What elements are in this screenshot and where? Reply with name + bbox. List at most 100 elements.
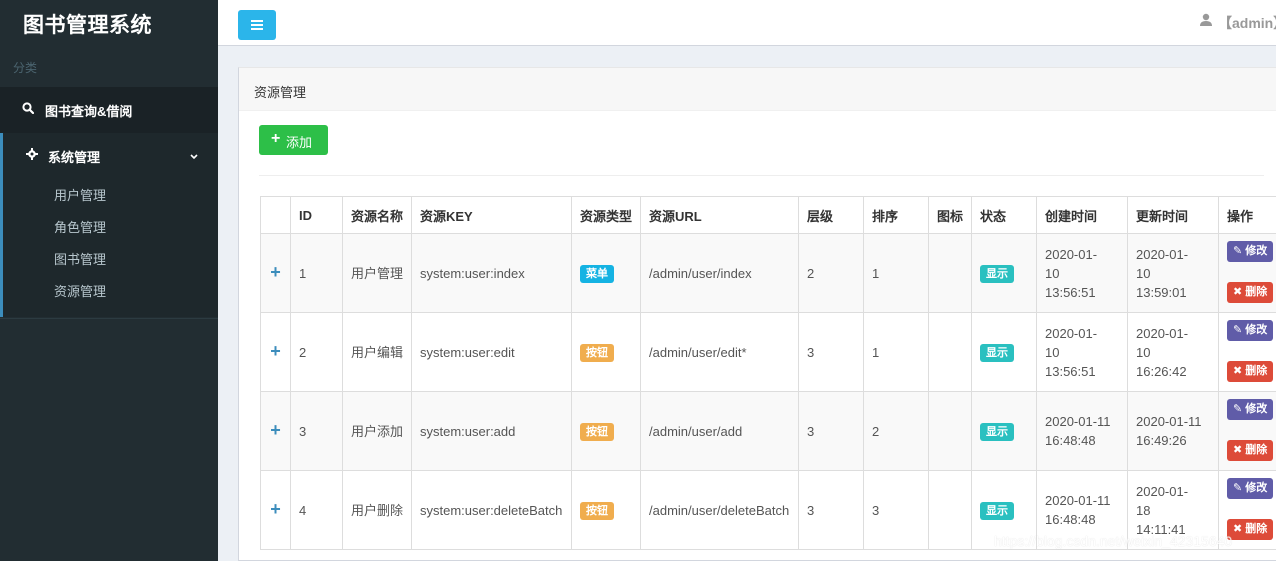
top-navbar: 【admin】 — [218, 0, 1276, 46]
column-header: ID — [290, 196, 343, 234]
type-badge: 按钮 — [580, 344, 614, 362]
created-time: 2020-01-10 13:56:51 — [1045, 246, 1098, 300]
edit-label: 修改 — [1245, 482, 1268, 494]
table-row: + 2 用户编辑 system:user:edit 按钮 /admin/user… — [260, 312, 1276, 392]
updated-time: 2020-01-10 13:59:01 — [1136, 246, 1189, 300]
expand-cell[interactable]: + — [260, 391, 291, 471]
cell-order: 3 — [863, 470, 929, 550]
cell-level: 3 — [798, 391, 864, 471]
add-button[interactable]: + 添加 — [259, 125, 328, 155]
edit-button[interactable]: ✎ 修改 — [1227, 399, 1274, 420]
status-badge: 显示 — [980, 344, 1014, 362]
cell-level: 3 — [798, 312, 864, 392]
brand[interactable]: 图书管理系统 — [0, 0, 218, 46]
edit-button[interactable]: ✎ 修改 — [1227, 241, 1274, 262]
close-icon: ✖ — [1233, 286, 1246, 298]
cell-created: 2020-01-10 13:56:51 — [1036, 233, 1128, 313]
edit-icon: ✎ — [1233, 245, 1246, 257]
chevron-down-icon — [189, 149, 199, 164]
cell-actions: ✎ 修改 ✖ 删除 — [1218, 391, 1276, 471]
cell-actions: ✎ 修改 ✖ 删除 — [1218, 233, 1276, 313]
sidebar-item-label: 图书查询&借阅 — [45, 104, 133, 119]
sidebar-subitem-books[interactable]: 图书管理 — [54, 249, 106, 268]
expand-cell[interactable]: + — [260, 233, 291, 313]
table-row: + 1 用户管理 system:user:index 菜单 /admin/use… — [260, 233, 1276, 313]
menu-icon-bar — [251, 24, 263, 26]
type-badge: 菜单 — [580, 265, 614, 283]
updated-time: 2020-01-18 14:11:41 — [1136, 483, 1189, 537]
cell-icon — [928, 312, 972, 392]
sidebar-subitem-resources[interactable]: 资源管理 — [54, 281, 106, 300]
expand-plus-icon[interactable]: + — [270, 263, 281, 282]
sidebar-toggle-button[interactable] — [238, 10, 276, 40]
cell-status: 显示 — [971, 312, 1037, 392]
cell-actions: ✎ 修改 ✖ 删除 — [1218, 312, 1276, 392]
delete-label: 删除 — [1245, 444, 1268, 456]
cell-name: 用户管理 — [342, 233, 412, 313]
delete-label: 删除 — [1245, 365, 1268, 377]
cell-id: 4 — [290, 470, 343, 550]
delete-button[interactable]: ✖ 删除 — [1227, 440, 1274, 461]
column-header — [260, 196, 291, 234]
box-title: 资源管理 — [254, 85, 307, 100]
delete-button[interactable]: ✖ 删除 — [1227, 519, 1274, 540]
column-header: 更新时间 — [1127, 196, 1219, 234]
created-time: 2020-01-10 13:56:51 — [1045, 325, 1098, 379]
sidebar-section-header: 分类 — [13, 61, 38, 75]
cell-level: 3 — [798, 470, 864, 550]
cell-id: 2 — [290, 312, 343, 392]
sidebar-subitem-roles[interactable]: 角色管理 — [54, 217, 106, 236]
user-menu[interactable]: 【admin】 — [1218, 13, 1276, 33]
resource-table: ID 资源名称 资源KEY 资源类型 资源URL 层级 排序 图标 状态 创建时… — [260, 196, 1276, 550]
cell-key: system:user:index — [411, 233, 572, 313]
cell-status: 显示 — [971, 233, 1037, 313]
cell-url: /admin/user/edit* — [640, 312, 799, 392]
cell-key: system:user:add — [411, 391, 572, 471]
edit-button[interactable]: ✎ 修改 — [1227, 320, 1274, 341]
user-icon — [1199, 13, 1213, 30]
cell-type: 按钮 — [571, 391, 641, 471]
updated-time: 2020-01-10 16:26:42 — [1136, 325, 1189, 379]
menu-icon-bar — [251, 20, 263, 22]
divider — [259, 175, 1264, 176]
delete-button[interactable]: ✖ 删除 — [1227, 282, 1274, 303]
cell-id: 1 — [290, 233, 343, 313]
app-title[interactable]: 图书管理系统 — [23, 9, 152, 39]
expand-plus-icon[interactable]: + — [270, 342, 281, 361]
plus-icon: + — [271, 130, 281, 147]
cell-key: system:user:deleteBatch — [411, 470, 572, 550]
cell-updated: 2020-01-11 16:49:26 — [1127, 391, 1219, 471]
cell-url: /admin/user/deleteBatch — [640, 470, 799, 550]
cell-order: 1 — [863, 312, 929, 392]
edit-icon: ✎ — [1233, 324, 1246, 336]
expand-plus-icon[interactable]: + — [270, 500, 281, 519]
cell-type: 菜单 — [571, 233, 641, 313]
cell-type: 按钮 — [571, 470, 641, 550]
expand-plus-icon[interactable]: + — [270, 421, 281, 440]
cell-name: 用户编辑 — [342, 312, 412, 392]
delete-label: 删除 — [1245, 286, 1268, 298]
type-badge: 按钮 — [580, 423, 614, 441]
updated-time: 2020-01-11 16:49:26 — [1136, 414, 1202, 448]
edit-label: 修改 — [1245, 403, 1268, 415]
expand-cell[interactable]: + — [260, 470, 291, 550]
add-button-label: 添加 — [286, 135, 313, 150]
search-icon — [22, 102, 35, 117]
delete-button[interactable]: ✖ 删除 — [1227, 361, 1274, 382]
menu-icon-bar — [251, 28, 263, 30]
box-header: 资源管理 — [239, 68, 1276, 111]
cell-url: /admin/user/add — [640, 391, 799, 471]
sidebar-item-system-toggle[interactable]: 系统管理 — [3, 133, 218, 177]
sidebar-subitem-users[interactable]: 用户管理 — [54, 185, 106, 204]
cell-level: 2 — [798, 233, 864, 313]
created-time: 2020-01-11 16:48:48 — [1045, 414, 1111, 448]
status-badge: 显示 — [980, 423, 1014, 441]
cell-icon — [928, 233, 972, 313]
cell-type: 按钮 — [571, 312, 641, 392]
sidebar-item-books[interactable]: 图书查询&借阅 — [0, 87, 218, 133]
cell-name: 用户添加 — [342, 391, 412, 471]
edit-button[interactable]: ✎ 修改 — [1227, 478, 1274, 499]
sidebar: 图书管理系统 分类 图书查询&借阅 系统管理 用户管理 角色管理 图书管理 资源… — [0, 0, 218, 561]
column-header: 操作 — [1218, 196, 1276, 234]
expand-cell[interactable]: + — [260, 312, 291, 392]
